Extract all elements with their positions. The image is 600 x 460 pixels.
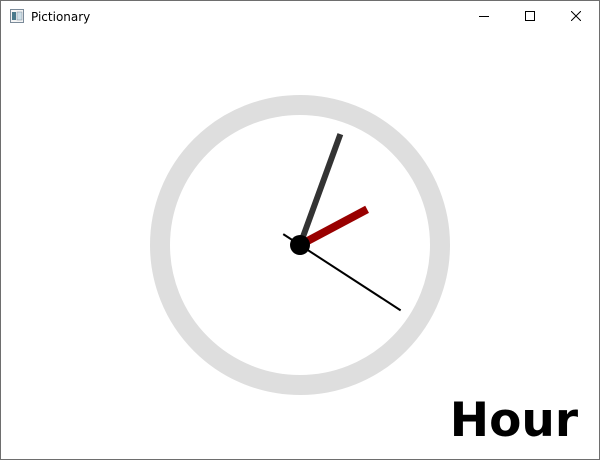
minimize-button[interactable]: [461, 1, 507, 32]
mode-label: Hour: [449, 393, 578, 448]
minimize-icon: [479, 8, 489, 26]
close-button[interactable]: [553, 1, 599, 32]
clock-hub: [290, 235, 310, 255]
window-title: Pictionary: [31, 10, 91, 24]
app-window: Pictionary Hour: [0, 0, 600, 460]
clock-area[interactable]: Hour: [1, 32, 599, 459]
title-bar[interactable]: Pictionary: [1, 1, 599, 32]
maximize-icon: [525, 8, 535, 26]
close-icon: [570, 8, 582, 26]
maximize-button[interactable]: [507, 1, 553, 32]
window-app-icon: [10, 9, 24, 23]
